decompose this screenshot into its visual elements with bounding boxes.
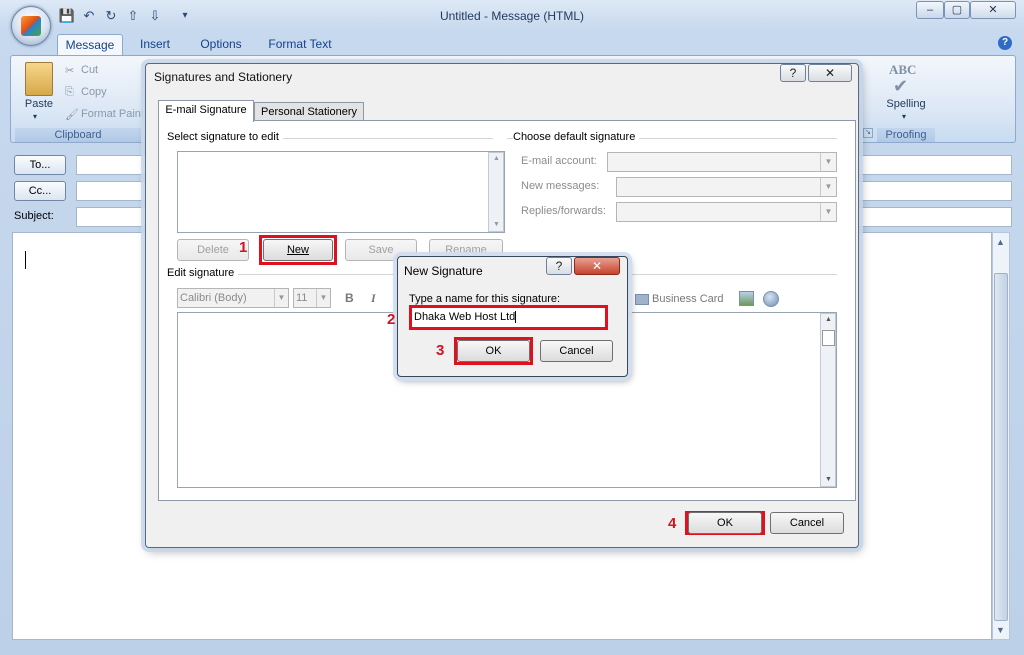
new-signature-close-button[interactable]: ✕ <box>574 257 620 275</box>
scrollbar-thumb[interactable] <box>822 330 835 346</box>
bold-button[interactable]: B <box>345 291 354 305</box>
scroll-up-icon[interactable]: ▲ <box>825 316 832 323</box>
replies-forwards-combo[interactable]: ▼ <box>616 202 837 222</box>
help-icon[interactable]: ? <box>998 36 1012 50</box>
tab-message[interactable]: Message <box>57 34 123 55</box>
business-card-icon <box>635 294 649 305</box>
paste-dropdown-icon[interactable]: ▾ <box>33 112 37 121</box>
save-icon[interactable]: 💾 <box>58 7 76 25</box>
chevron-down-icon: ▼ <box>316 289 330 307</box>
step-3-label: 3 <box>436 342 445 359</box>
new-signature-help-button[interactable]: ? <box>546 257 572 275</box>
font-name-value: Calibri (Body) <box>180 292 247 304</box>
scroll-down-icon[interactable]: ▼ <box>493 221 500 228</box>
signatures-ok-button[interactable]: OK <box>688 512 762 534</box>
clipboard-group: Paste ▾ ✂ Cut ⎘ Copy 🖌 Format Painter Cl… <box>15 58 143 142</box>
dialog-launcher-icon[interactable]: ↘ <box>863 128 873 138</box>
new-signature-ok-button[interactable]: OK <box>457 340 530 362</box>
scroll-up-icon[interactable]: ▲ <box>493 155 500 162</box>
new-messages-combo[interactable]: ▼ <box>616 177 837 197</box>
copy-button[interactable]: Copy <box>81 86 107 98</box>
spelling-dropdown-icon[interactable]: ▾ <box>902 112 906 121</box>
tab-email-signature[interactable]: E-mail Signature <box>158 100 254 122</box>
signature-list-scrollbar[interactable]: ▲ ▼ <box>488 152 504 232</box>
step-1-label: 1 <box>239 239 248 256</box>
signatures-dialog-title: Signatures and Stationery <box>154 70 293 84</box>
copy-icon: ⎘ <box>65 86 74 98</box>
chevron-down-icon: ▼ <box>820 178 836 196</box>
paste-button[interactable]: Paste <box>19 98 59 110</box>
subject-label: Subject: <box>14 210 54 222</box>
chevron-down-icon: ▼ <box>820 153 836 171</box>
font-size-value: 11 <box>296 292 308 304</box>
signatures-cancel-button[interactable]: Cancel <box>770 512 844 534</box>
checkmark-icon: ✔ <box>893 76 909 96</box>
text-cursor <box>25 251 26 269</box>
new-signature-prompt: Type a name for this signature: <box>409 293 561 305</box>
step-4-label: 4 <box>668 515 677 532</box>
signature-name-value: Dhaka Web Host Ltd <box>414 311 516 323</box>
new-signature-cancel-button[interactable]: Cancel <box>540 340 613 362</box>
scroll-down-icon[interactable]: ▼ <box>825 476 832 483</box>
scroll-up-icon[interactable]: ▲ <box>996 237 1005 247</box>
signature-list[interactable]: ▲ ▼ <box>177 151 505 233</box>
format-painter-button[interactable]: Format Painter <box>81 108 143 120</box>
new-signature-title: New Signature <box>404 264 483 278</box>
minimize-button[interactable]: – <box>916 1 944 19</box>
up-arrow-icon[interactable]: ⇧ <box>124 7 142 25</box>
cut-button[interactable]: Cut <box>81 64 98 76</box>
format-painter-icon: 🖌 <box>65 109 79 121</box>
insert-picture-icon[interactable] <box>739 291 754 306</box>
hyperlink-icon[interactable] <box>763 291 779 307</box>
cc-button[interactable]: Cc... <box>14 181 66 201</box>
proofing-group-label: Proofing <box>877 128 935 142</box>
cut-icon: ✂ <box>65 65 75 77</box>
message-body-scrollbar[interactable]: ▲ ▼ <box>992 232 1010 640</box>
quick-access-toolbar: 💾 ↶ ↻ ⇧ ⇩ ▾ <box>58 7 198 27</box>
to-button[interactable]: To... <box>14 155 66 175</box>
signatures-help-button[interactable]: ? <box>780 64 806 82</box>
clipboard-group-label: Clipboard <box>15 128 141 142</box>
redo-icon[interactable]: ↻ <box>102 7 120 25</box>
maximize-button[interactable]: ▢ <box>944 1 970 19</box>
scrollbar-thumb[interactable] <box>994 273 1008 621</box>
spelling-button[interactable]: Spelling <box>877 98 935 110</box>
email-account-label: E-mail account: <box>521 155 597 167</box>
font-name-combo[interactable]: Calibri (Body) ▼ <box>177 288 289 308</box>
replies-forwards-label: Replies/forwards: <box>521 205 606 217</box>
scroll-down-icon[interactable]: ▼ <box>996 625 1005 635</box>
choose-default-label: Choose default signature <box>513 131 640 143</box>
tab-options[interactable]: Options <box>192 34 250 55</box>
proofing-group: ABC ✔ Spelling ▾ Proofing <box>877 58 935 142</box>
ribbon-tab-strip: Message Insert Options Format Text ? <box>0 32 1024 55</box>
tab-personal-stationery[interactable]: Personal Stationery <box>254 102 364 122</box>
undo-icon[interactable]: ↶ <box>80 7 98 25</box>
font-size-combo[interactable]: 11 ▼ <box>293 288 331 308</box>
tab-format-text[interactable]: Format Text <box>262 34 338 55</box>
signatures-close-button[interactable]: ✕ <box>808 64 852 82</box>
down-arrow-icon[interactable]: ⇩ <box>146 7 164 25</box>
edit-signature-label: Edit signature <box>167 267 239 279</box>
italic-button[interactable]: I <box>371 291 376 306</box>
tab-insert[interactable]: Insert <box>130 34 180 55</box>
customize-toolbar-icon[interactable]: ▾ <box>176 7 194 25</box>
window-close-button[interactable]: ✕ <box>970 1 1016 19</box>
chevron-down-icon: ▼ <box>274 289 288 307</box>
signature-name-input[interactable]: Dhaka Web Host Ltd <box>412 308 605 327</box>
chevron-down-icon: ▼ <box>820 203 836 221</box>
step-2-label: 2 <box>387 311 396 328</box>
new-button[interactable]: New <box>263 239 333 261</box>
new-messages-label: New messages: <box>521 180 600 192</box>
paste-icon[interactable] <box>25 62 53 96</box>
new-signature-dialog: New Signature ? ✕ Type a name for this s… <box>387 256 628 377</box>
email-account-combo[interactable]: ▼ <box>607 152 837 172</box>
business-card-button[interactable]: Business Card <box>652 293 724 305</box>
signature-editor-scrollbar[interactable]: ▲ ▼ <box>820 313 836 487</box>
select-signature-label: Select signature to edit <box>167 131 283 143</box>
